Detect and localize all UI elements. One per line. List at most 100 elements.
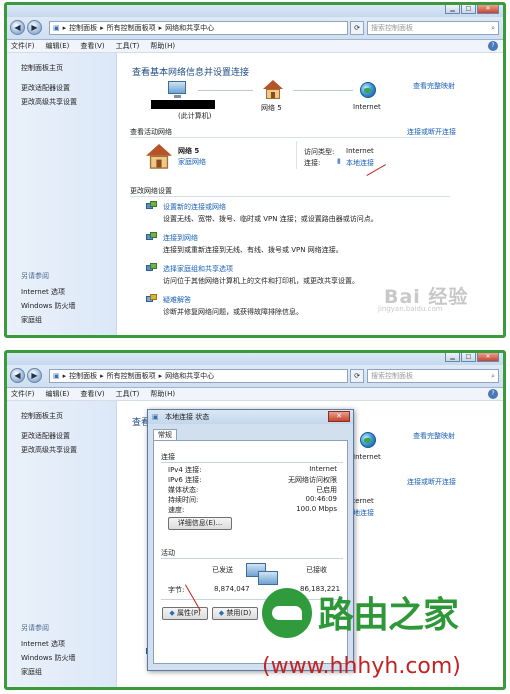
ipv6-label: IPv6 连接: <box>168 476 202 484</box>
sidebar-item-homegroup[interactable]: 家庭组 <box>21 315 42 325</box>
access-type-value: Internet <box>346 147 374 155</box>
site-logo-icon <box>262 588 312 638</box>
menu-tools[interactable]: 工具(T) <box>116 41 140 51</box>
forward-arrow-icon[interactable]: ▶ <box>27 368 42 383</box>
see-also-heading: 另请参阅 <box>21 624 49 632</box>
ipv6-value: 无网络访问权限 <box>288 476 337 484</box>
menu-view[interactable]: 查看(V) <box>80 41 104 51</box>
address-bar[interactable]: ▣ ▸ 控制面板 ▸ 所有控制面板项 ▸ 网络和共享中心 <box>49 21 348 35</box>
task-setup-connection[interactable]: 设置新的连接或网络 <box>163 202 226 212</box>
connect-disconnect-link[interactable]: 连接或断开连接 <box>407 127 456 137</box>
page-title: 查看基本网络信息并设置连接 <box>132 68 250 78</box>
network-adapter-icon: ▣ <box>152 413 159 421</box>
search-icon: ⌕ <box>491 372 495 380</box>
dialog-close-button[interactable]: ✕ <box>328 411 350 422</box>
minimize-button[interactable]: ▁ <box>445 5 460 14</box>
refresh-icon[interactable]: ⟳ <box>350 369 364 383</box>
task-troubleshoot[interactable]: 疑难解答 <box>163 295 191 305</box>
change-settings-heading: 更改网络设置 <box>130 187 172 195</box>
connection-heading: 连接 <box>161 453 175 461</box>
sidebar-item-home[interactable]: 控制面板主页 <box>21 411 63 421</box>
breadcrumb-item[interactable]: 所有控制面板项 <box>107 23 156 33</box>
menu-edit[interactable]: 编辑(E) <box>46 389 70 399</box>
menu-file[interactable]: 文件(F) <box>11 41 35 51</box>
new-connection-icon <box>146 201 158 212</box>
sidebar-item-adapter[interactable]: 更改适配器设置 <box>21 83 70 93</box>
site-name-watermark: 路由之家 <box>318 595 459 636</box>
menu-file[interactable]: 文件(F) <box>11 389 35 399</box>
breadcrumb-item[interactable]: 控制面板 <box>69 23 97 33</box>
menu-bar: 文件(F) 编辑(E) 查看(V) 工具(T) 帮助(H) ? <box>7 40 503 53</box>
ipv4-value: Internet <box>309 465 337 473</box>
breadcrumb-item[interactable]: 网络和共享中心 <box>165 371 214 381</box>
network-type-link[interactable]: 家庭网络 <box>178 157 206 167</box>
sidebar-item-sharing[interactable]: 更改高级共享设置 <box>21 97 77 107</box>
forward-arrow-icon[interactable]: ▶ <box>27 20 42 35</box>
network-name: 网络 5 <box>178 147 200 155</box>
map-node-computer: (此计算机) <box>178 112 212 120</box>
maximize-button[interactable]: □ <box>461 5 476 14</box>
connection-bars-icon: ▮ <box>337 157 341 165</box>
menu-view[interactable]: 查看(V) <box>80 389 104 399</box>
breadcrumb-item[interactable]: 所有控制面板项 <box>107 371 156 381</box>
task-connect-network[interactable]: 连接到网络 <box>163 233 198 243</box>
ipv4-label: IPv4 连接: <box>168 466 202 474</box>
properties-button[interactable]: ◆ 属性(P) <box>162 607 208 620</box>
back-arrow-icon[interactable]: ◀ <box>10 20 25 35</box>
disable-button[interactable]: ◆ 禁用(D) <box>212 607 258 620</box>
sidebar: 控制面板主页 更改适配器设置 更改高级共享设置 另请参阅 Internet 选项… <box>7 53 117 335</box>
connect-disconnect-link[interactable]: 连接或断开连接 <box>407 477 456 487</box>
troubleshoot-icon <box>146 294 158 305</box>
home-network-icon <box>146 144 172 169</box>
menu-help[interactable]: 帮助(H) <box>150 41 175 51</box>
sidebar-item-homegroup[interactable]: 家庭组 <box>21 667 42 677</box>
maximize-button[interactable]: □ <box>461 353 476 362</box>
connections-label: 连接: <box>304 159 321 167</box>
search-input[interactable]: 搜索控制面板 ⌕ <box>367 369 499 383</box>
view-full-map-link[interactable]: 查看完整映射 <box>413 431 455 441</box>
sidebar-item-home[interactable]: 控制面板主页 <box>21 63 63 73</box>
refresh-icon[interactable]: ⟳ <box>350 21 364 35</box>
map-node-internet: Internet <box>353 103 381 111</box>
view-full-map-link[interactable]: 查看完整映射 <box>413 81 455 91</box>
breadcrumb-item[interactable]: 控制面板 <box>69 371 97 381</box>
computer-icon <box>168 81 186 98</box>
back-arrow-icon[interactable]: ◀ <box>10 368 25 383</box>
menu-bar: 文件(F) 编辑(E) 查看(V) 工具(T) 帮助(H) ? <box>7 388 503 401</box>
site-url-watermark: (www.hhhyh.com) <box>262 654 461 679</box>
task-homegroup[interactable]: 选择家庭组和共享选项 <box>163 264 233 274</box>
homegroup-icon <box>146 263 158 274</box>
dialog-title: 本地连接 状态 <box>148 410 353 424</box>
address-toolbar: ◀ ▶ ▣ ▸ 控制面板 ▸ 所有控制面板项 ▸ 网络和共享中心 ⟳ 搜索控制面… <box>7 365 503 388</box>
details-button[interactable]: 详细信息(E)... <box>168 517 232 530</box>
local-connection-link[interactable]: 本地连接 <box>346 158 374 168</box>
baidu-watermark-url: jingyan.baidu.com <box>378 305 443 313</box>
address-bar[interactable]: ▣ ▸ 控制面板 ▸ 所有控制面板项 ▸ 网络和共享中心 <box>49 369 348 383</box>
menu-help[interactable]: 帮助(H) <box>150 389 175 399</box>
close-button[interactable]: ✕ <box>477 353 499 362</box>
sidebar-item-firewall[interactable]: Windows 防火墙 <box>21 653 75 663</box>
speed-value: 100.0 Mbps <box>296 505 337 513</box>
connect-network-icon <box>146 232 158 243</box>
duration-label: 持续时间: <box>168 496 199 504</box>
network-activity-icon <box>258 571 278 585</box>
sidebar-item-internet-options[interactable]: Internet 选项 <box>21 639 65 649</box>
sidebar-item-adapter[interactable]: 更改适配器设置 <box>21 431 70 441</box>
sidebar-item-firewall[interactable]: Windows 防火墙 <box>21 301 75 311</box>
close-button[interactable]: ✕ <box>477 5 499 14</box>
shield-icon: ◆ <box>169 609 175 617</box>
search-input[interactable]: 搜索控制面板 ⌕ <box>367 21 499 35</box>
sidebar-item-sharing[interactable]: 更改高级共享设置 <box>21 445 77 455</box>
map-node-network: 网络 5 <box>261 104 282 112</box>
speed-label: 速度: <box>168 506 185 514</box>
help-icon[interactable]: ? <box>488 389 498 399</box>
sent-label: 已发送 <box>212 566 233 574</box>
bytes-label: 字节: <box>168 586 185 594</box>
breadcrumb-item[interactable]: 网络和共享中心 <box>165 23 214 33</box>
active-networks-heading: 查看活动网络 <box>130 128 172 136</box>
minimize-button[interactable]: ▁ <box>445 353 460 362</box>
help-icon[interactable]: ? <box>488 41 498 51</box>
sidebar-item-internet-options[interactable]: Internet 选项 <box>21 287 65 297</box>
menu-edit[interactable]: 编辑(E) <box>46 41 70 51</box>
menu-tools[interactable]: 工具(T) <box>116 389 140 399</box>
